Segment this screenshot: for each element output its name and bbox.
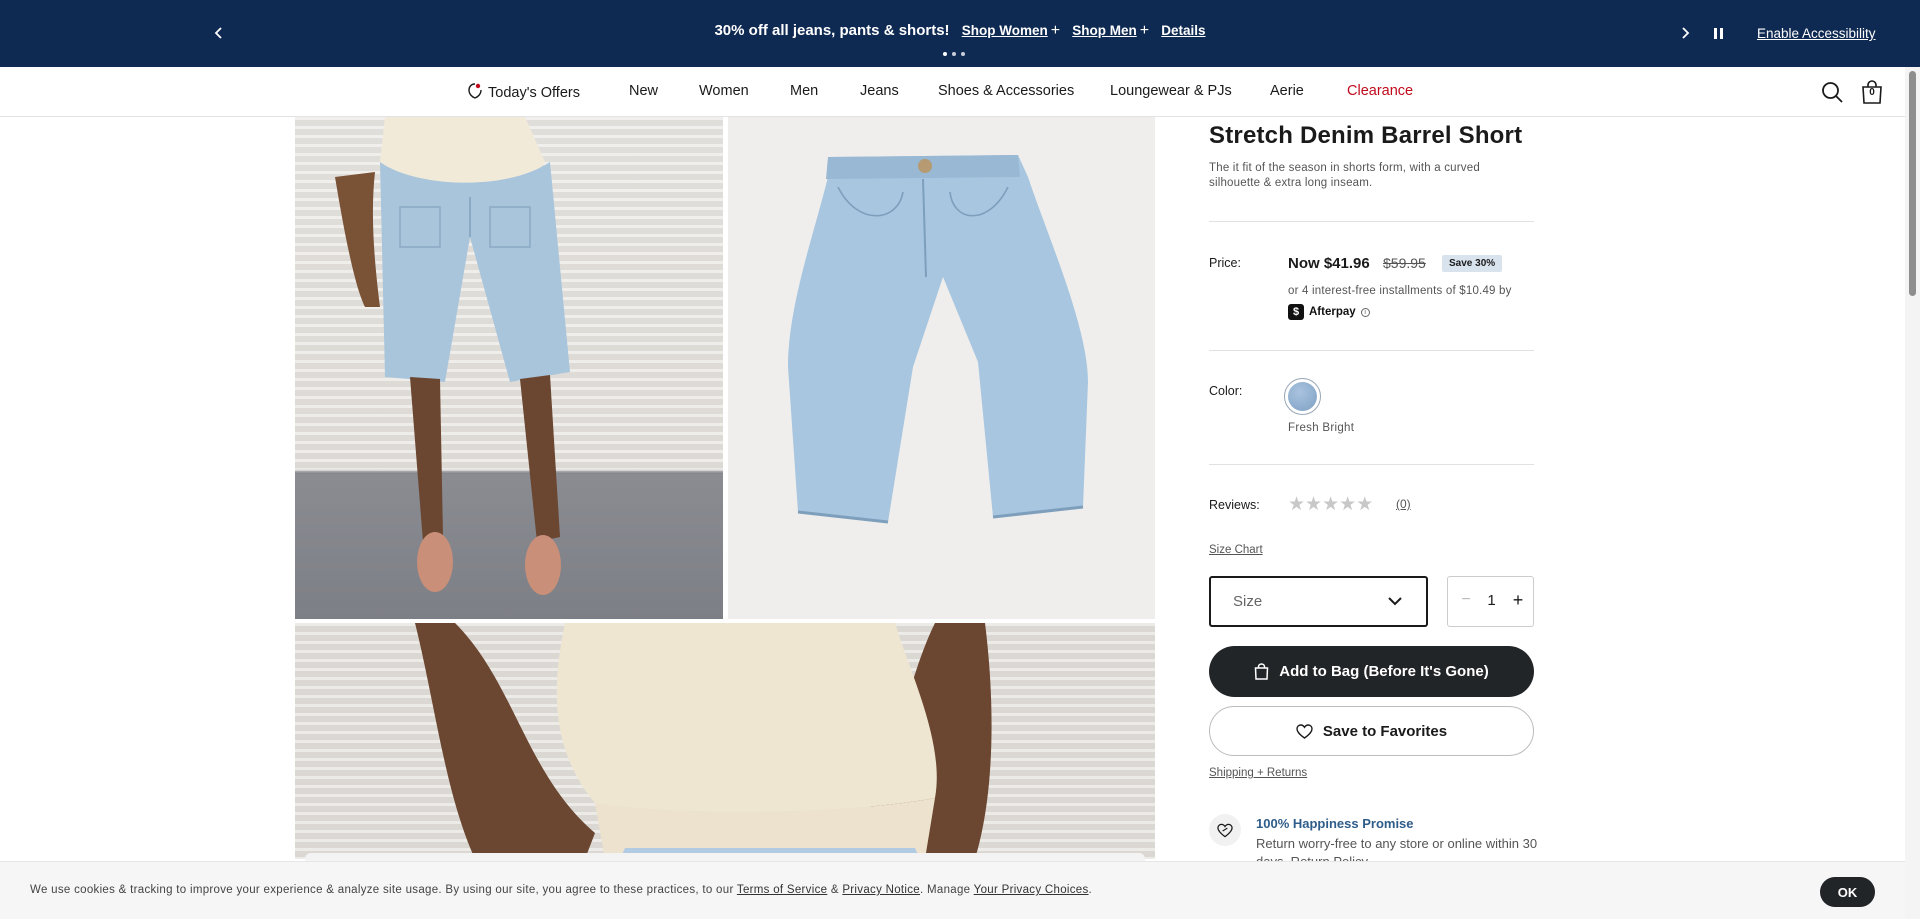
product-photo	[415, 623, 992, 859]
star-icon: ★	[1305, 494, 1322, 515]
main-navigation: Today's Offers New Women Men Jeans Shoes…	[0, 67, 1920, 117]
shop-women-link[interactable]: Shop Women	[962, 23, 1048, 38]
save-to-favorites-button[interactable]: Save to Favorites	[1209, 706, 1534, 756]
star-icon: ★	[1339, 494, 1356, 515]
price-label: Price:	[1209, 256, 1241, 270]
star-icon: ★	[1356, 494, 1373, 515]
nav-item-aerie[interactable]: Aerie	[1270, 83, 1304, 99]
nav-item-shoes-accessories[interactable]: Shoes & Accessories	[938, 83, 1074, 99]
product-title: Stretch Denim Barrel Short	[1209, 122, 1523, 149]
afterpay-icon: $	[1288, 304, 1304, 320]
manage-text: . Manage	[920, 884, 971, 896]
quantity-value: 1	[1487, 592, 1496, 609]
bag-count: 0	[1869, 87, 1875, 98]
reviews-label: Reviews:	[1209, 498, 1260, 512]
decrease-quantity-button[interactable]: −	[1456, 591, 1476, 611]
info-icon[interactable]: i	[1360, 307, 1370, 317]
star-icon: ★	[1288, 494, 1305, 515]
product-image-detail-view[interactable]	[295, 623, 1155, 859]
carousel-dot[interactable]	[952, 52, 956, 56]
star-icon: ★	[1322, 494, 1339, 515]
nav-item-todays-offers[interactable]: Today's Offers	[468, 83, 580, 101]
plus-icon: +	[1050, 22, 1061, 39]
size-chart-link[interactable]: Size Chart	[1209, 544, 1263, 556]
promo-banner: 30% off all jeans, pants & shorts! Shop …	[0, 0, 1920, 67]
original-price: $59.95	[1383, 255, 1426, 271]
next-promo-button[interactable]	[1670, 18, 1700, 48]
product-image-back-view[interactable]	[295, 117, 723, 619]
size-placeholder: Size	[1233, 593, 1263, 610]
color-swatch-fresh-bright[interactable]	[1284, 378, 1321, 415]
save-to-favorites-label: Save to Favorites	[1322, 722, 1448, 740]
nav-item-clearance[interactable]: Clearance	[1347, 83, 1413, 99]
search-button[interactable]	[1820, 80, 1844, 104]
promo-message: 30% off all jeans, pants & shorts!	[714, 22, 950, 39]
size-select[interactable]: Size	[1209, 576, 1428, 627]
product-photo	[335, 117, 570, 595]
divider	[1209, 221, 1534, 222]
nav-item-jeans[interactable]: Jeans	[860, 83, 899, 99]
terms-of-service-link[interactable]: Terms of Service	[737, 884, 827, 896]
nav-item-men[interactable]: Men	[790, 83, 818, 99]
product-photo	[788, 155, 1088, 524]
quantity-stepper: − 1 +	[1447, 576, 1534, 627]
privacy-choices-link[interactable]: Your Privacy Choices	[974, 884, 1089, 896]
cookie-message: We use cookies & tracking to improve you…	[30, 884, 734, 896]
color-name: Fresh Bright	[1288, 422, 1355, 434]
promo-carousel-dots	[943, 52, 965, 56]
nav-item-new[interactable]: New	[629, 83, 658, 99]
chevron-down-icon	[1388, 597, 1402, 606]
afterpay-brand: Afterpay	[1309, 306, 1356, 318]
shop-men-link[interactable]: Shop Men	[1072, 23, 1137, 38]
cookie-banner: We use cookies & tracking to improve you…	[0, 861, 1905, 919]
nav-item-women[interactable]: Women	[699, 83, 749, 99]
star-rating: ★ ★ ★ ★ ★	[1288, 493, 1373, 516]
carousel-dot[interactable]	[961, 52, 965, 56]
bag-icon	[1255, 663, 1269, 680]
happiness-promise-link[interactable]: 100% Happiness Promise	[1256, 816, 1414, 831]
save-badge: Save 30%	[1442, 255, 1503, 272]
page-scrollbar[interactable]	[1905, 67, 1920, 919]
product-description: The it fit of the season in shorts form,…	[1209, 162, 1480, 189]
scrollbar-thumb[interactable]	[1909, 71, 1916, 296]
privacy-notice-link[interactable]: Privacy Notice	[842, 884, 920, 896]
happiness-promise-icon	[1209, 814, 1241, 846]
review-count-link[interactable]: (0)	[1396, 497, 1411, 511]
search-icon	[1822, 82, 1843, 103]
tag-icon	[468, 83, 482, 99]
nav-item-loungewear-pjs[interactable]: Loungewear & PJs	[1110, 83, 1232, 99]
increase-quantity-button[interactable]: +	[1508, 590, 1528, 610]
divider	[1209, 464, 1534, 465]
chevron-right-icon	[1682, 27, 1690, 39]
details-link[interactable]: Details	[1161, 23, 1205, 38]
afterpay-installments: or 4 interest-free installments of $10.4…	[1288, 285, 1512, 297]
afterpay-logo[interactable]: $ Afterpay i	[1288, 304, 1370, 320]
sale-price: Now $41.96	[1288, 255, 1370, 272]
pause-icon	[1713, 27, 1717, 39]
add-to-bag-button[interactable]: Add to Bag (Before It's Gone)	[1209, 646, 1534, 697]
carousel-dot[interactable]	[943, 52, 947, 56]
nav-label: Today's Offers	[488, 85, 580, 101]
promo-message-row: 30% off all jeans, pants & shorts! Shop …	[0, 22, 1920, 40]
shipping-returns-link[interactable]: Shipping + Returns	[1209, 767, 1307, 779]
add-to-bag-label: Add to Bag (Before It's Gone)	[1279, 663, 1489, 680]
cookie-text: We use cookies & tracking to improve you…	[30, 884, 1093, 896]
cookie-ok-button[interactable]: OK	[1820, 877, 1875, 907]
divider	[1209, 350, 1534, 351]
pause-promo-button[interactable]	[1705, 20, 1731, 46]
shopping-bag-button[interactable]: 0	[1860, 80, 1884, 104]
enable-accessibility-link[interactable]: Enable Accessibility	[1757, 26, 1876, 41]
heart-icon	[1296, 723, 1313, 739]
product-image-flat-lay[interactable]	[728, 117, 1155, 619]
color-label: Color:	[1209, 384, 1243, 398]
plus-icon: +	[1139, 22, 1150, 39]
ampersand: &	[830, 884, 839, 896]
